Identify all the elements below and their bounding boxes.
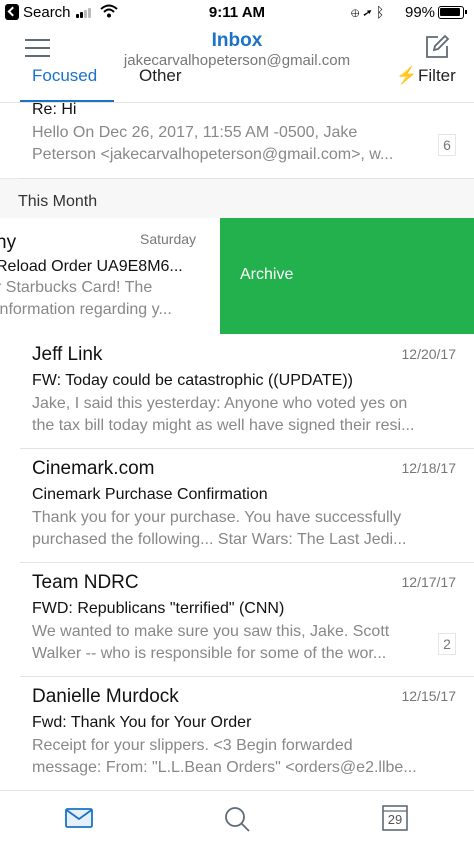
filter-label: Filter: [418, 66, 456, 85]
status-time: 9:11 AM: [208, 4, 266, 21]
message-row[interactable]: Cinemark.com 12/18/17 Cinemark Purchase Co…: [0, 448, 474, 562]
filter-button[interactable]: ⚡Filter: [396, 66, 456, 86]
swiped-message-row[interactable]: ny Saturday Reload Order UA9E8M6... r St…: [0, 218, 474, 334]
bluetooth-icon: ᛒ: [375, 4, 389, 20]
row-separator: [20, 448, 474, 449]
filter-icon: ⚡: [396, 66, 418, 85]
thread-count-badge: 6: [438, 134, 456, 156]
message-row[interactable]: Team NDRC 12/17/17 FWD: Republicans "terri…: [0, 562, 474, 676]
search-icon[interactable]: [223, 805, 251, 833]
message-preview: We wanted to make sure you saw this, Jak…: [32, 621, 430, 665]
message-row[interactable]: Danielle Murdock 12/15/17 Fwd: Thank You f…: [0, 676, 474, 790]
preview-line: Receipt for your slippers. <3 Begin forw…: [32, 737, 353, 754]
message-sender: Team NDRC: [32, 572, 139, 593]
preview-line: the tax bill today might as well have si…: [32, 417, 415, 434]
preview-line: Jake, I said this yesterday: Anyone who …: [32, 395, 408, 412]
message-preview: Hello On Dec 26, 2017, 11:55 AM -0500, J…: [32, 122, 430, 166]
message-sender: Danielle Murdock: [32, 686, 179, 707]
message-row[interactable]: Jeff Link 12/20/17 FW: Today could be cata…: [0, 334, 474, 448]
preview-line: message: From: "L.L.Bean Orders" <orders…: [32, 759, 417, 776]
tab-other[interactable]: Other: [139, 66, 182, 86]
page-title: Inbox: [211, 30, 263, 51]
section-header: This Month: [0, 178, 474, 218]
section-title: This Month: [18, 193, 98, 210]
archive-swipe-action[interactable]: Archive: [220, 218, 474, 334]
message-subject: Fwd: Thank You for Your Order: [32, 714, 252, 731]
message-date: Saturday: [140, 231, 197, 247]
message-subject: Cinemark Purchase Confirmation: [32, 486, 268, 503]
row-separator: [20, 178, 474, 179]
preview-line: r Starbucks Card! The: [0, 279, 153, 296]
status-bar: Search 9:11 AM ⊕➚ᛒ 99%: [0, 0, 474, 24]
message-date: 12/18/17: [401, 460, 457, 476]
message-subject: FW: Today could be catastrophic ((UPDATE…: [32, 372, 353, 389]
message-preview: Receipt for your slippers. <3 Begin forw…: [32, 735, 430, 779]
calendar-day: 29: [387, 812, 403, 827]
row-separator: [20, 562, 474, 563]
row-separator: [20, 676, 474, 677]
battery-icon: [438, 6, 467, 19]
message-date: 12/20/17: [401, 346, 457, 362]
rotation-lock-icon: ⊕: [351, 4, 364, 20]
preview-line: Hello On Dec 26, 2017, 11:55 AM -0500, J…: [32, 124, 358, 141]
message-subject: Reload Order UA9E8M6...: [0, 258, 183, 275]
bottom-tab-bar: 29: [0, 790, 474, 842]
message-preview: Thank you for your purchase. You have su…: [32, 507, 430, 551]
message-sender: Jeff Link: [32, 344, 103, 365]
message-row[interactable]: Re: Hi Hello On Dec 26, 2017, 11:55 AM -…: [0, 101, 474, 178]
message-date: 12/17/17: [401, 574, 457, 590]
battery-percent: 99%: [405, 4, 436, 21]
thread-count-badge: 2: [438, 633, 456, 655]
compose-icon[interactable]: [424, 34, 450, 60]
location-icon: ➚: [363, 4, 376, 20]
preview-line: Thank you for your purchase. You have su…: [32, 509, 402, 526]
tab-focused[interactable]: Focused: [32, 66, 97, 86]
message-sender: ny: [0, 232, 17, 253]
message-date: 12/15/17: [401, 688, 457, 704]
status-icons: ⊕➚ᛒ: [351, 4, 388, 20]
preview-line: We wanted to make sure you saw this, Jak…: [32, 623, 390, 640]
preview-line: purchased the following... Star Wars: Th…: [32, 531, 407, 548]
preview-line: Walker -- who is responsible for some of…: [32, 645, 387, 662]
message-subject: Re: Hi: [32, 101, 77, 118]
archive-label: Archive: [240, 266, 294, 283]
preview-line: Peterson <jakecarvalhopeterson@gmail.com…: [32, 146, 394, 163]
inbox-tabs: Focused Other ⚡Filter: [0, 64, 474, 103]
mail-icon[interactable]: [65, 808, 93, 828]
message-sender: Cinemark.com: [32, 458, 155, 479]
message-preview: Jake, I said this yesterday: Anyone who …: [32, 393, 430, 437]
preview-line: information regarding y...: [0, 301, 172, 318]
message-subject: FWD: Republicans "terrified" (CNN): [32, 600, 285, 617]
